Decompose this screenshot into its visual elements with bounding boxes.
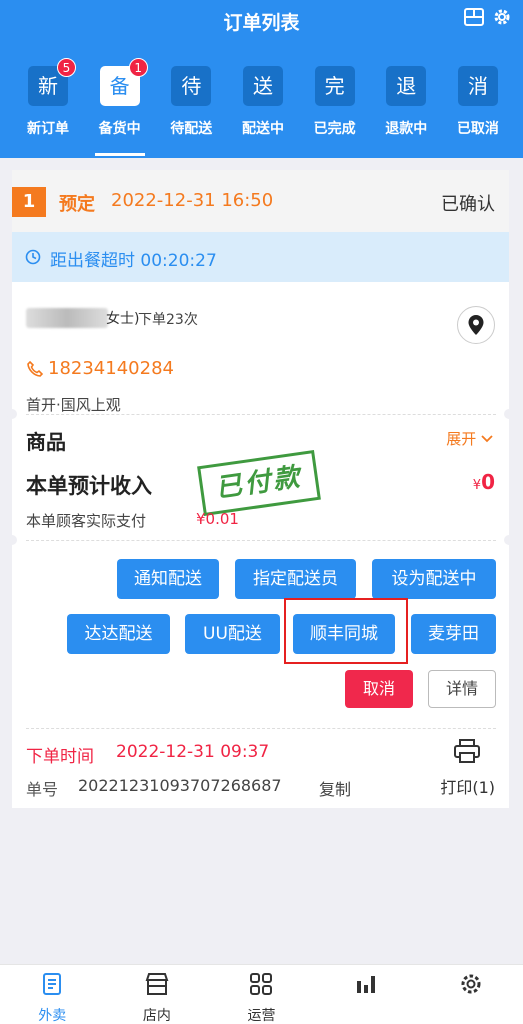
customer-name-redacted [26,308,108,328]
count-badge: 1 [128,58,148,77]
uu-delivery-button[interactable]: UU配送 [185,614,280,654]
order-header: 1 预定 2022-12-31 16:50 已确认 [12,170,509,232]
active-indicator [94,153,145,156]
nav-takeout[interactable]: 外卖 [0,965,105,1024]
nav-store[interactable]: 店内 [105,965,210,1024]
order-no: 20221231093707268687 [78,776,282,795]
nav-operations[interactable]: 运营 [209,965,314,1024]
customer-name: 女士) [106,311,140,327]
store-icon [145,973,169,995]
order-index: 1 [12,187,46,217]
stats-icon [357,976,376,993]
nav-settings[interactable] [418,965,523,1024]
chevron-down-icon [481,435,493,443]
detail-button[interactable]: 详情 [428,670,496,708]
goods-title: 商品 [26,430,66,454]
timeout-banner: 距出餐超时 00:20:27 [12,232,509,282]
expand-toggle[interactable]: 展开 [446,428,493,449]
tab-icon: 完 [314,66,355,106]
tab-icon: 送 [242,66,283,106]
tab-label: 配送中 [241,121,284,137]
phone-icon[interactable] [26,360,44,378]
income-title: 本单预计收入 [26,474,152,498]
takeout-icon [43,973,62,995]
card-notch [504,409,514,419]
tab-preparing[interactable]: 备1 备货中 [85,58,155,156]
customer-section: 女士) 下单23次 18234140284 首开·国风上观 [12,282,509,414]
tab-cancelled[interactable]: 消 已取消 [443,66,513,156]
tab-delivering[interactable]: 送 配送中 [228,66,298,156]
status-badge: 已确认 [441,194,495,215]
nav-label: 外卖 [38,1008,67,1024]
tab-completed[interactable]: 完 已完成 [300,66,370,156]
timeout-text: 距出餐超时 00:20:27 [50,251,217,271]
scan-icon[interactable] [463,6,485,28]
tab-icon: 待 [171,66,212,106]
tab-icon: 退 [386,66,427,106]
tab-icon: 备1 [99,58,148,106]
bottom-nav: 外卖 店内 运营 [0,964,523,1024]
tab-icon: 新5 [28,58,76,106]
maiyatian-delivery-button[interactable]: 麦芽田 [411,614,496,654]
location-button[interactable] [457,306,495,344]
nav-stats[interactable] [314,965,419,1024]
grid-icon [250,973,273,995]
tab-new[interactable]: 新5 新订单 [13,58,83,156]
location-pin-icon [468,315,484,335]
order-card: 1 预定 2022-12-31 16:50 已确认 距出餐超时 00:20:27… [7,170,514,808]
tab-label: 退款中 [385,121,428,137]
highlight-box [284,598,408,664]
print-button[interactable]: 打印(1) [440,774,495,798]
tab-icon: 消 [457,66,498,106]
divider [26,414,496,415]
tab-label: 备货中 [98,121,141,137]
assign-courier-button[interactable]: 指定配送员 [235,559,356,599]
gear-icon[interactable] [491,6,513,28]
tab-refunding[interactable]: 退 退款中 [371,66,441,156]
paid-label: 本单顾客实际支付 [26,512,147,530]
order-type: 预定 [59,194,95,215]
order-time: 2022-12-31 09:37 [116,742,270,762]
card-notch [504,535,514,545]
settings-icon [461,974,481,994]
nav-label: 运营 [247,1008,276,1024]
tab-label: 待配送 [170,121,213,137]
scheduled-time: 2022-12-31 16:50 [111,190,274,211]
divider [26,728,496,729]
address: 首开·国风上观 [26,396,121,414]
divider [26,540,496,541]
tab-label: 已完成 [313,121,356,137]
notify-delivery-button[interactable]: 通知配送 [117,559,219,599]
dada-delivery-button[interactable]: 达达配送 [67,614,170,654]
status-tabs: 新5 新订单 备1 备货中 待 待配送 送 配送中 完 已完成 退 退款中 消 … [13,58,513,156]
set-delivering-button[interactable]: 设为配送中 [372,559,496,599]
paid-stamp: 已付款 [197,450,321,516]
cancel-button[interactable]: 取消 [345,670,413,708]
card-notch [7,535,17,545]
clock-icon [25,249,41,265]
page-title: 订单列表 [223,12,300,34]
tab-label: 已取消 [456,121,499,137]
order-no-label: 单号 [26,780,59,799]
tab-label: 新订单 [27,121,69,137]
header: 订单列表 新5 新订单 备1 备货中 待 待配送 送 配送中 完 已完成 退 退… [0,0,523,158]
order-time-label: 下单时间 [26,747,94,767]
copy-button[interactable]: 复制 [319,776,351,800]
phone-number[interactable]: 18234140284 [48,358,174,379]
count-badge: 5 [57,58,76,77]
printer-icon[interactable] [453,738,481,764]
order-count: 下单23次 [138,312,198,328]
income-value: ¥0 [472,470,495,494]
tab-pending-delivery[interactable]: 待 待配送 [156,66,226,156]
nav-label: 店内 [142,1008,171,1024]
card-notch [7,409,17,419]
paid-value: ¥0.01 [196,510,239,528]
